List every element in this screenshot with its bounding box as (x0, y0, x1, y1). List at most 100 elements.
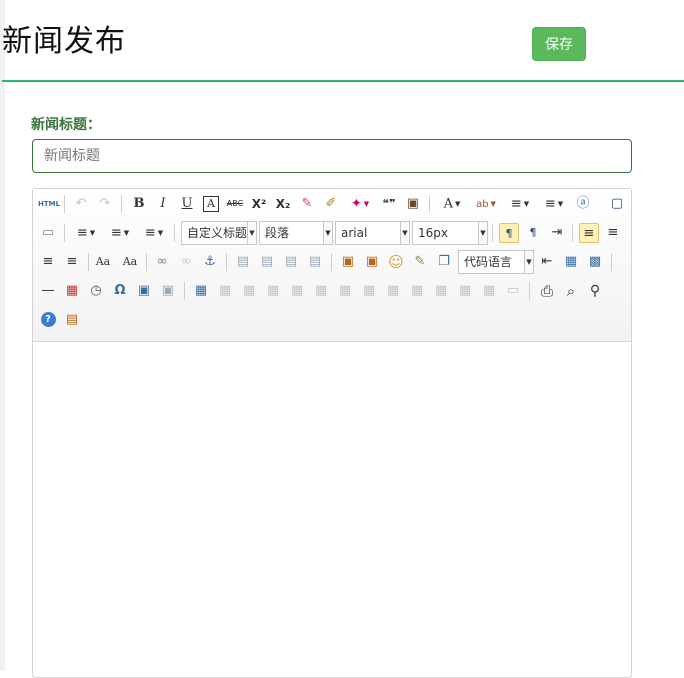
font-border-button[interactable]: A (203, 195, 219, 212)
underline-button[interactable]: U (177, 194, 197, 214)
preview-icon[interactable]: ▢ (607, 194, 627, 214)
news-title-label: 新闻标题： (31, 117, 101, 133)
anchor-icon[interactable]: ⚓ (200, 252, 220, 272)
emotion-icon[interactable]: ☺ (386, 252, 406, 272)
chevron-down-icon: ▼ (400, 222, 409, 244)
table-op-2-icon[interactable]: ▦ (383, 281, 403, 301)
subscript-button[interactable]: X₂ (273, 194, 293, 214)
new-document-icon[interactable]: ▭ (38, 223, 58, 243)
align-justify-icon[interactable]: ≡ (62, 252, 82, 272)
insert-column-icon[interactable]: ▦ (287, 281, 307, 301)
insert-table-icon[interactable]: ▦ (191, 281, 211, 301)
forecolor-button[interactable]: A ▼ (437, 194, 467, 214)
unlink-icon[interactable]: ∞ (176, 252, 196, 272)
font-family-select[interactable]: arial ▼ (335, 221, 410, 245)
background-icon[interactable]: ▩ (585, 252, 605, 272)
scrawl-icon[interactable]: ✎ (410, 252, 430, 272)
link-icon[interactable]: ∞ (152, 252, 172, 272)
table-op-6-icon[interactable]: ▦ (479, 281, 499, 301)
align-center-icon[interactable]: ≡ (603, 223, 623, 243)
toolbar-separator (64, 195, 65, 213)
image-center-icon[interactable]: ▤ (305, 252, 325, 272)
line-height-icon: ≡ (144, 225, 156, 241)
row-spacing-top-button[interactable]: ≡ ▼ (71, 223, 101, 243)
auto-typeset-icon[interactable]: ✦ ▼ (345, 194, 375, 214)
chevron-down-icon: ▼ (557, 200, 564, 208)
wand-icon: ✦ (350, 196, 362, 212)
toolbar-separator (121, 195, 122, 213)
editor-content-area[interactable] (33, 342, 631, 677)
line-height-button[interactable]: ≡ ▼ (139, 223, 169, 243)
drafts-icon[interactable]: ▤ (62, 310, 82, 330)
horizontal-rule-icon[interactable]: — (38, 281, 58, 301)
undo-icon[interactable]: ↶ (71, 194, 91, 214)
help-icon[interactable]: ? (40, 312, 56, 327)
custom-heading-select[interactable]: 自定义标题 ▼ (181, 221, 257, 245)
table-op-3-icon[interactable]: ▦ (407, 281, 427, 301)
template-icon[interactable]: ▦ (561, 252, 581, 272)
italic-button[interactable]: I (153, 194, 173, 214)
delete-table-icon[interactable]: ▦ (215, 281, 235, 301)
font-size-value: 16px (418, 226, 448, 240)
paragraph-format-select[interactable]: 段落 ▼ (259, 221, 333, 245)
font-size-select[interactable]: 16px ▼ (412, 221, 488, 245)
backcolor-button[interactable]: ab ▼ (471, 194, 501, 214)
table-op-4-icon[interactable]: ▦ (431, 281, 451, 301)
word-image-icon[interactable]: ▣ (158, 281, 178, 301)
redo-icon[interactable]: ↷ (95, 194, 115, 214)
chevron-down-icon: ▼ (455, 200, 461, 208)
multi-image-icon[interactable]: ▣ (362, 252, 382, 272)
toolbar-separator (174, 224, 175, 242)
merge-cells-icon[interactable]: ▦ (311, 281, 331, 301)
align-right-icon[interactable]: ≡ (38, 252, 58, 272)
date-icon[interactable]: ▦ (62, 281, 82, 301)
strikethrough-button[interactable]: ABC (225, 194, 245, 214)
direction-rtl-icon[interactable]: ¶ (523, 223, 543, 243)
split-cells-icon[interactable]: ▦ (335, 281, 355, 301)
image-right-icon[interactable]: ▤ (281, 252, 301, 272)
bold-button[interactable]: B (129, 194, 149, 214)
save-button[interactable]: 保存 (532, 27, 586, 61)
image-none-icon[interactable]: ▤ (233, 252, 253, 272)
insert-paragraph-icon[interactable]: ▦ (239, 281, 259, 301)
select-all-icon[interactable]: ⓐ (573, 194, 593, 214)
attachment-icon[interactable]: ▣ (134, 281, 154, 301)
unordered-list-button[interactable]: ≡ ▼ (539, 194, 569, 214)
page-break-icon[interactable]: ⇤ (537, 252, 557, 272)
toolbar-separator (184, 282, 185, 300)
toolbar-separator (529, 282, 530, 300)
row-spacing-top-icon: ≡ (76, 225, 88, 241)
insert-row-icon[interactable]: ▦ (263, 281, 283, 301)
search-icon[interactable]: ⌕ (561, 281, 581, 301)
special-char-icon[interactable]: Ω (110, 281, 130, 301)
insert-image-icon[interactable]: ▣ (338, 252, 358, 272)
eraser-icon[interactable]: ✎ (297, 194, 317, 214)
paste-plain-icon[interactable]: ▣ (403, 194, 423, 214)
toolbar-separator (88, 253, 89, 271)
html-source-button[interactable]: HTML (38, 194, 60, 214)
indent-icon[interactable]: ⇥ (547, 223, 567, 243)
align-left-icon[interactable]: ≡ (579, 223, 599, 243)
code-language-select[interactable]: 代码语言 ▼ (458, 250, 534, 274)
chart-icon[interactable]: ▭ (503, 281, 523, 301)
table-op-5-icon[interactable]: ▦ (455, 281, 475, 301)
ordered-list-button[interactable]: ≡ ▼ (505, 194, 535, 214)
row-spacing-bottom-button[interactable]: ≡ ▼ (105, 223, 135, 243)
news-title-input[interactable] (32, 139, 632, 173)
superscript-button[interactable]: X² (249, 194, 269, 214)
unordered-list-icon: ≡ (544, 196, 556, 212)
time-icon[interactable]: ◷ (86, 281, 106, 301)
table-op-1-icon[interactable]: ▦ (359, 281, 379, 301)
chevron-down-icon: ▼ (524, 251, 533, 273)
to-lowercase-icon[interactable]: Aa (120, 252, 140, 272)
ordered-list-icon: ≡ (510, 196, 522, 212)
blockquote-icon[interactable]: ❝❞ (379, 194, 399, 214)
to-uppercase-icon[interactable]: Aa (93, 252, 113, 272)
insert-code-icon[interactable]: ❐ (434, 252, 454, 272)
find-replace-icon[interactable]: ⚲ (585, 281, 605, 301)
format-brush-icon[interactable]: ✐ (321, 194, 341, 214)
toolbar-separator (331, 253, 332, 271)
direction-ltr-icon[interactable]: ¶ (499, 223, 519, 243)
print-icon[interactable]: ⎙ (537, 281, 557, 301)
image-left-icon[interactable]: ▤ (257, 252, 277, 272)
